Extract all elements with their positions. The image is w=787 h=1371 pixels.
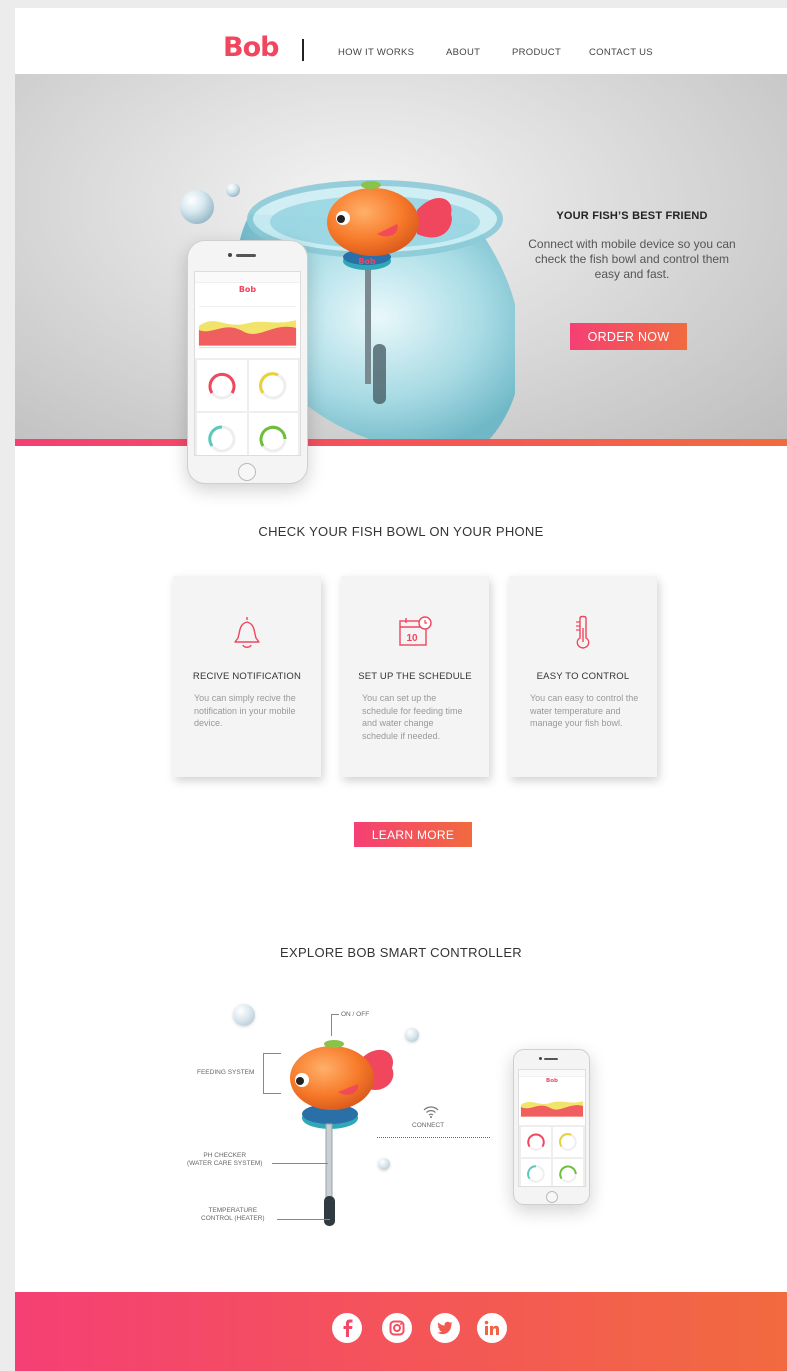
features-title: CHECK YOUR FISH BOWL ON YOUR PHONE	[258, 524, 544, 539]
feature-card-control: EASY TO CONTROL You can easy to control …	[509, 576, 657, 777]
app-tile-ph	[248, 359, 298, 412]
logo-divider	[302, 39, 304, 61]
phone-home-button	[238, 463, 256, 481]
hero-title: YOUR FISH’S BEST FRIEND	[556, 210, 708, 222]
calendar-number: 10	[406, 633, 418, 644]
label-ph-checker: PH CHECKER (WATER CARE SYSTEM)	[187, 1152, 262, 1168]
bubble-decoration	[233, 1004, 255, 1026]
app-chart	[520, 1101, 584, 1117]
nav-contact-us[interactable]: CONTACT US	[589, 47, 653, 58]
feature-title: EASY TO CONTROL	[536, 671, 630, 682]
app-status-bar	[519, 1070, 585, 1077]
phone-camera	[228, 253, 232, 257]
callout-line	[331, 1014, 332, 1036]
label-temperature-control: TEMPERATURE CONTROL (HEATER)	[201, 1207, 265, 1223]
hero-subtitle: Connect with mobile device so you can ch…	[528, 237, 736, 281]
site-header: Bob HOW IT WORKS ABOUT PRODUCT CONTACT U…	[15, 8, 787, 74]
wifi-icon	[423, 1106, 439, 1118]
app-tile-temperature	[197, 359, 247, 412]
label-ph-line2: (WATER CARE SYSTEM)	[187, 1160, 263, 1167]
nav-how-it-works[interactable]: HOW IT WORKS	[338, 47, 414, 58]
instagram-icon[interactable]	[382, 1313, 412, 1343]
label-feeding-system: FEEDING SYSTEM	[197, 1069, 255, 1076]
phone-home-button	[546, 1191, 558, 1203]
site-footer	[15, 1292, 787, 1371]
label-on-off: ON / OFF	[341, 1011, 370, 1018]
thermometer-icon	[509, 614, 657, 650]
label-temp-line1: TEMPERATURE	[208, 1207, 258, 1214]
app-tiles	[519, 1125, 585, 1186]
nav-product[interactable]: PRODUCT	[512, 47, 561, 58]
app-tile-ph	[553, 1127, 583, 1158]
label-ph-line1: PH CHECKER	[203, 1152, 247, 1159]
gauge-icon	[527, 1165, 545, 1183]
app-tile-temperature	[521, 1127, 551, 1158]
app-tile-feeding	[248, 413, 298, 455]
feature-title: SET UP THE SCHEDULE	[358, 671, 472, 682]
app-tile-water-change	[197, 413, 247, 455]
callout-line	[263, 1053, 281, 1054]
app-chart	[198, 305, 297, 348]
app-tiles	[195, 357, 300, 455]
twitter-icon[interactable]	[430, 1313, 460, 1343]
app-tile-feeding	[553, 1159, 583, 1186]
gauge-icon	[559, 1165, 577, 1183]
learn-more-button[interactable]: LEARN MORE	[354, 822, 472, 847]
phone-speaker	[544, 1058, 558, 1060]
label-temp-line2: CONTROL (HEATER)	[201, 1215, 265, 1222]
brand-logo[interactable]: Bob	[223, 34, 279, 61]
bob-controller-illustration	[290, 1040, 394, 1226]
linkedin-icon[interactable]	[477, 1313, 507, 1343]
app-status-bar	[195, 272, 300, 283]
app-screen: Bob	[194, 271, 301, 456]
label-connect: CONNECT	[412, 1122, 445, 1129]
callout-line	[277, 1219, 330, 1220]
feature-title: RECIVE NOTIFICATION	[192, 671, 302, 682]
gauge-icon	[208, 372, 236, 400]
bell-icon	[173, 614, 321, 650]
feature-card-notification: RECIVE NOTIFICATION You can simply reciv…	[173, 576, 321, 777]
feature-card-schedule: 10 SET UP THE SCHEDULE You can set up th…	[341, 576, 489, 777]
gauge-icon	[558, 1133, 577, 1151]
hero-accent-bar	[15, 439, 787, 446]
callout-line	[263, 1093, 281, 1094]
connect-dotted-line	[377, 1137, 490, 1138]
callout-line	[331, 1014, 339, 1015]
app-title: Bob	[546, 1078, 558, 1084]
feature-description: You can simply recive the notification i…	[194, 693, 296, 728]
gauge-icon	[527, 1133, 545, 1151]
feature-description: You can easy to control the water temper…	[530, 693, 639, 728]
gauge-icon	[208, 425, 236, 453]
gauge-icon	[259, 371, 287, 400]
phone-mockup-small: Bob	[513, 1049, 590, 1205]
app-screen: Bob	[518, 1069, 586, 1187]
nav-about[interactable]: ABOUT	[446, 47, 480, 58]
phone-camera	[539, 1057, 542, 1060]
callout-bracket	[263, 1053, 264, 1093]
explore-title: EXPLORE BOB SMART CONTROLLER	[280, 945, 522, 960]
gauge-icon	[259, 425, 287, 453]
fish-tag: Bob	[358, 257, 376, 266]
app-title: Bob	[238, 284, 257, 294]
bubble-decoration	[405, 1028, 419, 1042]
phone-speaker	[236, 254, 256, 257]
callout-line	[272, 1163, 328, 1164]
app-tile-water-change	[521, 1159, 551, 1186]
phone-mockup: Bob	[187, 240, 308, 484]
order-now-button[interactable]: ORDER NOW	[570, 323, 687, 350]
facebook-icon[interactable]	[332, 1313, 362, 1343]
calendar-icon: 10	[341, 614, 489, 650]
page: Bob HOW IT WORKS ABOUT PRODUCT CONTACT U…	[15, 8, 787, 1371]
feature-description: You can set up the schedule for feeding …	[362, 693, 463, 741]
